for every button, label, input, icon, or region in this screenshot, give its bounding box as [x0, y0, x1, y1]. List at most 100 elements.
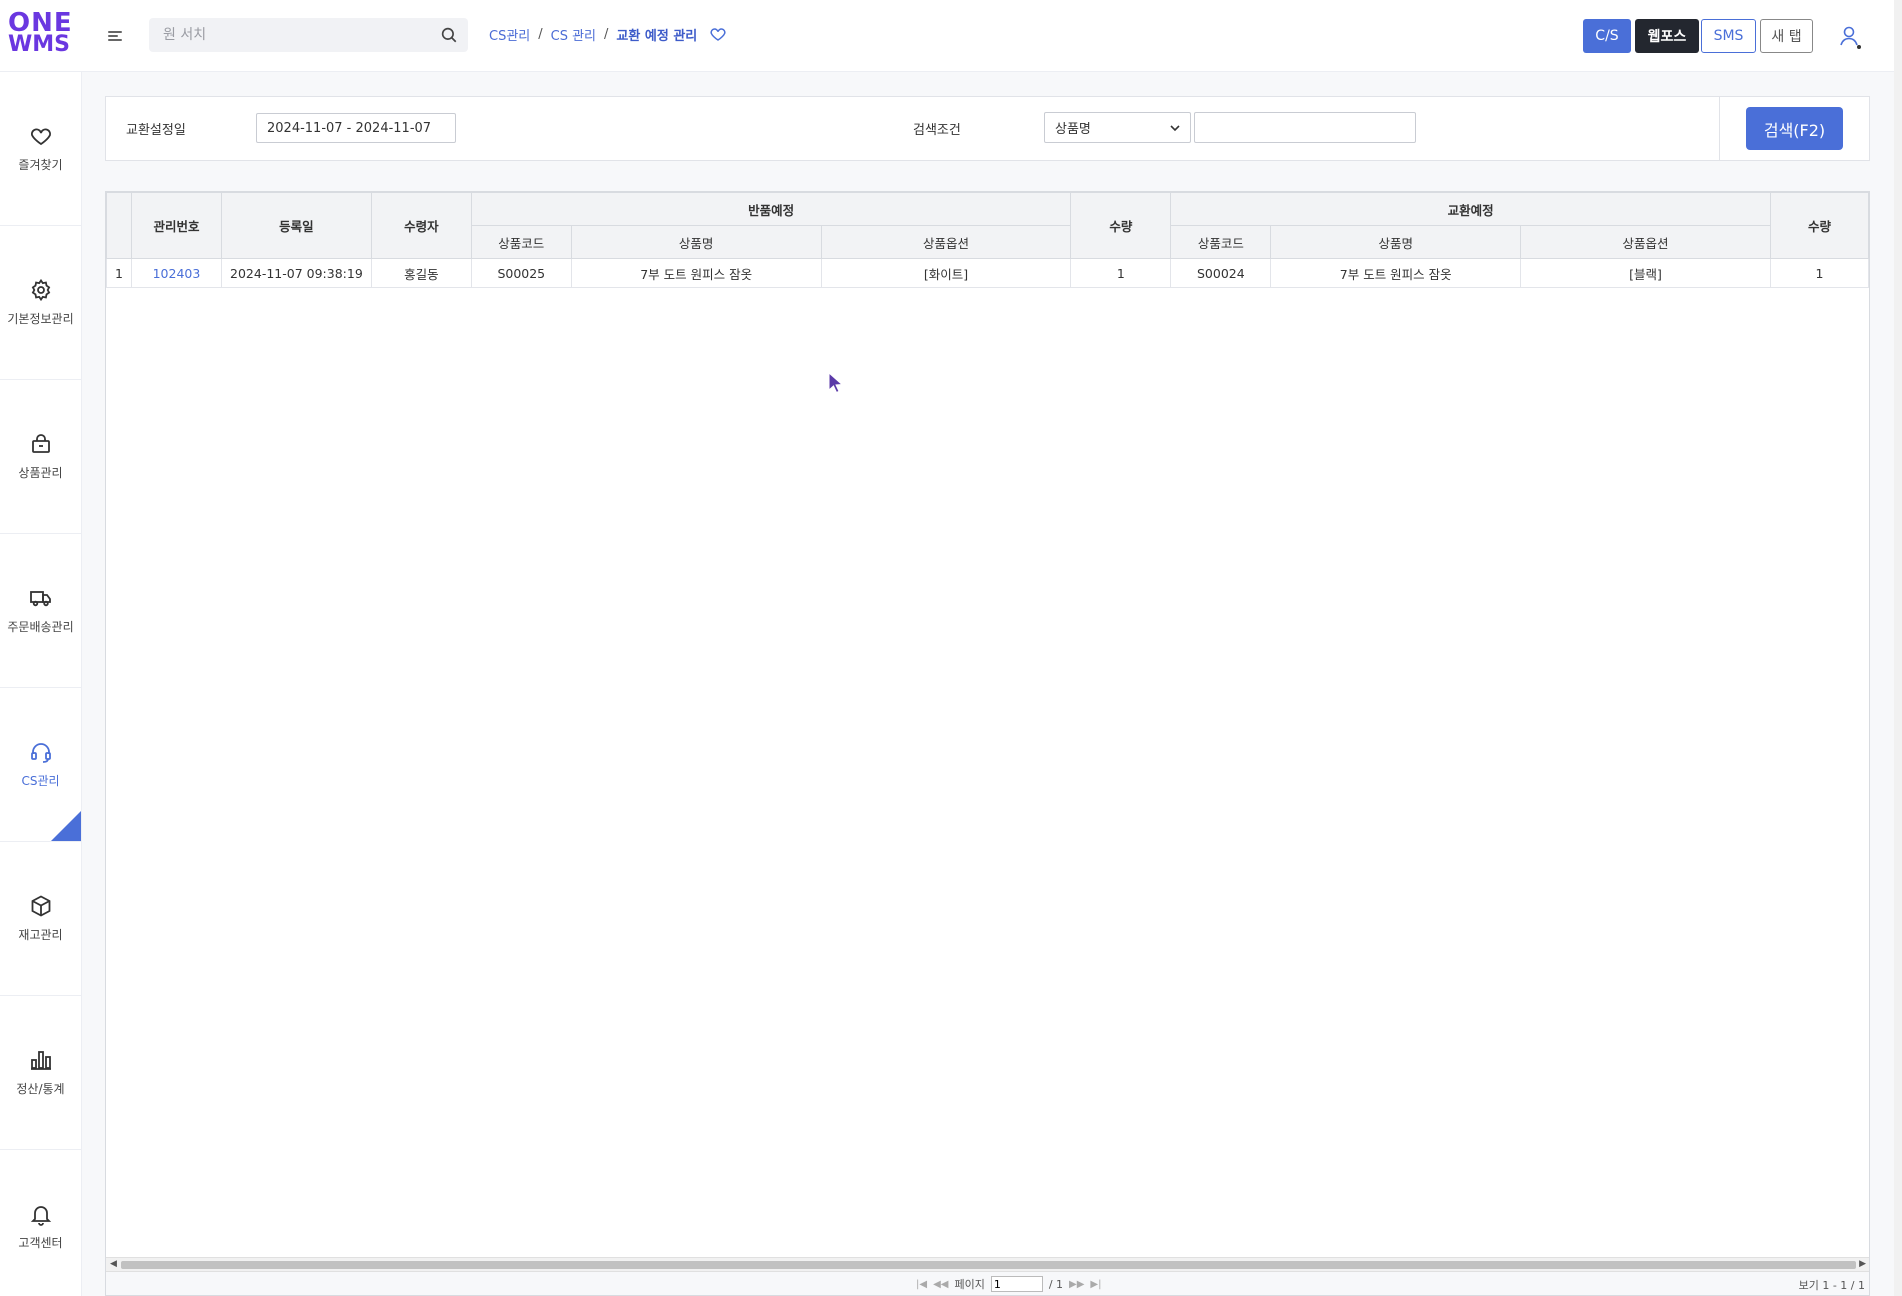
- breadcrumb-item-cs[interactable]: CS관리: [489, 25, 530, 44]
- webpos-button[interactable]: 웹포스: [1635, 19, 1699, 53]
- cs-button[interactable]: C/S: [1583, 19, 1631, 53]
- box-icon: [31, 895, 50, 917]
- condition-select[interactable]: 상품명: [1044, 112, 1191, 143]
- menu-toggle-icon[interactable]: [104, 24, 128, 48]
- headset-icon: [30, 743, 51, 763]
- breadcrumb-separator: /: [604, 26, 609, 42]
- sidebar-item-statistics[interactable]: 정산/통계: [0, 996, 81, 1150]
- condition-keyword-input[interactable]: [1194, 112, 1416, 143]
- bag-icon: [31, 434, 50, 453]
- sidebar-item-products[interactable]: 상품관리: [0, 380, 81, 534]
- sidebar: 즐겨찾기 기본정보관리 상품관리 주문배송관리 CS관리 재고관리 정산/통계 …: [0, 72, 82, 1296]
- date-label: 교환설정일: [126, 123, 186, 138]
- page-label: 페이지: [954, 1278, 985, 1291]
- new-tab-button[interactable]: 새 탭: [1760, 19, 1813, 53]
- page-number-input[interactable]: [990, 1276, 1043, 1292]
- exchange-qty-cell: 1: [1769, 258, 1870, 288]
- return-option-cell: [화이트]: [820, 258, 1072, 288]
- favorite-heart-icon[interactable]: [709, 25, 727, 43]
- sidebar-item-label: 상품관리: [18, 466, 63, 480]
- mgmt-no-link[interactable]: 102403: [130, 258, 222, 288]
- active-indicator: [51, 811, 81, 841]
- sidebar-item-inventory[interactable]: 재고관리: [0, 842, 81, 996]
- sidebar-item-label: 기본정보관리: [7, 312, 74, 326]
- sidebar-item-orders[interactable]: 주문배송관리: [0, 534, 81, 688]
- search-button[interactable]: 검색(F2): [1746, 107, 1843, 150]
- sidebar-item-cs[interactable]: CS관리: [0, 688, 81, 842]
- breadcrumb-separator: /: [538, 26, 543, 42]
- scroll-left-icon[interactable]: ◀: [110, 1259, 117, 1269]
- column-header-exchange-option[interactable]: 상품옵션: [1520, 225, 1771, 259]
- group-header-exchange: 교환예정: [1170, 192, 1771, 226]
- column-header-return-qty[interactable]: 수량: [1070, 192, 1172, 259]
- search-input[interactable]: [149, 18, 429, 52]
- logo-line1: ONE: [8, 8, 73, 38]
- column-header-exchange-qty[interactable]: 수량: [1769, 192, 1870, 259]
- row-number: 1: [106, 258, 132, 288]
- user-profile-icon[interactable]: [1836, 22, 1864, 50]
- search-box: [149, 18, 468, 52]
- sidebar-item-label: 정산/통계: [16, 1082, 65, 1096]
- exchange-name-cell: 7부 도트 원피스 잠옷: [1270, 258, 1522, 288]
- search-icon[interactable]: [440, 26, 458, 44]
- breadcrumb: CS관리 / CS 관리 / 교환 예정 관리: [489, 24, 727, 44]
- sidebar-item-label: CS관리: [21, 774, 60, 788]
- sidebar-item-customer-center[interactable]: 고객센터: [0, 1150, 81, 1296]
- group-header-return: 반품예정: [470, 192, 1072, 226]
- page-scrollbar[interactable]: [1894, 0, 1902, 1296]
- sidebar-item-basic-info[interactable]: 기본정보관리: [0, 226, 81, 380]
- horizontal-scrollbar[interactable]: ◀ ▶: [106, 1257, 1869, 1271]
- mouse-cursor-icon: [828, 372, 844, 394]
- view-count: 보기 1 - 1 / 1: [1798, 1279, 1865, 1292]
- return-name-cell: 7부 도트 원피스 잠옷: [570, 258, 822, 288]
- column-header-receiver[interactable]: 수령자: [370, 192, 472, 259]
- table-row[interactable]: 1 102403 2024-11-07 09:38:19 홍길동 S00025 …: [106, 258, 1870, 288]
- filter-panel: 교환설정일 검색조건 상품명 검색(F2): [105, 96, 1870, 161]
- condition-selected-value: 상품명: [1055, 122, 1091, 137]
- last-page-icon[interactable]: ▶|: [1090, 1279, 1101, 1290]
- date-range-input[interactable]: [256, 113, 456, 143]
- bar-chart-icon: [30, 1051, 51, 1070]
- reg-date-cell: 2024-11-07 09:38:19: [220, 258, 372, 288]
- column-header-return-option[interactable]: 상품옵션: [820, 225, 1072, 259]
- column-header-return-name[interactable]: 상품명: [570, 225, 822, 259]
- breadcrumb-item-cs-manage[interactable]: CS 관리: [551, 25, 596, 44]
- column-header-exchange-name[interactable]: 상품명: [1270, 225, 1522, 259]
- prev-page-icon[interactable]: ◀◀: [933, 1279, 948, 1290]
- condition-label: 검색조건: [913, 123, 961, 138]
- pager: |◀ ◀◀ 페이지 / 1 ▶▶ ▶| 보기 1 - 1 / 1: [106, 1271, 1869, 1295]
- column-header-mgmt-no[interactable]: 관리번호: [130, 192, 222, 259]
- column-header-return-code[interactable]: 상품코드: [470, 225, 572, 259]
- column-header-reg-date[interactable]: 등록일: [220, 192, 372, 259]
- column-header-exchange-code[interactable]: 상품코드: [1170, 225, 1272, 259]
- return-code-cell: S00025: [470, 258, 572, 288]
- exchange-grid: 관리번호 등록일 수령자 반품예정 수량 교환예정 수량 상품코드 상품명 상품…: [105, 191, 1870, 1296]
- return-qty-cell: 1: [1070, 258, 1172, 288]
- grid-table: 관리번호 등록일 수령자 반품예정 수량 교환예정 수량 상품코드 상품명 상품…: [106, 192, 1870, 288]
- sms-button[interactable]: SMS: [1701, 19, 1756, 53]
- exchange-option-cell: [블랙]: [1520, 258, 1771, 288]
- chevron-down-icon: [1170, 125, 1180, 132]
- sidebar-item-label: 주문배송관리: [7, 620, 74, 634]
- heart-icon: [30, 128, 51, 146]
- sidebar-item-favorites[interactable]: 즐겨찾기: [0, 72, 81, 226]
- sidebar-item-label: 재고관리: [18, 928, 63, 942]
- next-page-icon[interactable]: ▶▶: [1069, 1279, 1084, 1290]
- divider: [1719, 97, 1720, 160]
- row-number-header: [106, 192, 132, 259]
- exchange-code-cell: S00024: [1170, 258, 1272, 288]
- main-content: 교환설정일 검색조건 상품명 검색(F2) 관리번호 등록일 수령자: [82, 72, 1894, 1296]
- truck-icon: [29, 591, 51, 607]
- logo[interactable]: ONE WMS: [8, 8, 73, 60]
- sidebar-item-label: 즐겨찾기: [18, 158, 63, 172]
- page-total: / 1: [1048, 1277, 1064, 1291]
- logo-line2: WMS: [8, 32, 71, 57]
- gear-icon: [31, 278, 50, 302]
- sidebar-item-label: 고객센터: [18, 1236, 63, 1250]
- scrollbar-thumb[interactable]: [121, 1261, 1856, 1269]
- receiver-cell: 홍길동: [370, 258, 472, 288]
- scroll-right-icon[interactable]: ▶: [1859, 1259, 1866, 1269]
- breadcrumb-current: 교환 예정 관리: [616, 28, 698, 44]
- first-page-icon[interactable]: |◀: [916, 1279, 927, 1290]
- top-bar: ONE WMS CS관리 / CS 관리 / 교환 예정 관리 C/S 웹포스 …: [0, 0, 1902, 72]
